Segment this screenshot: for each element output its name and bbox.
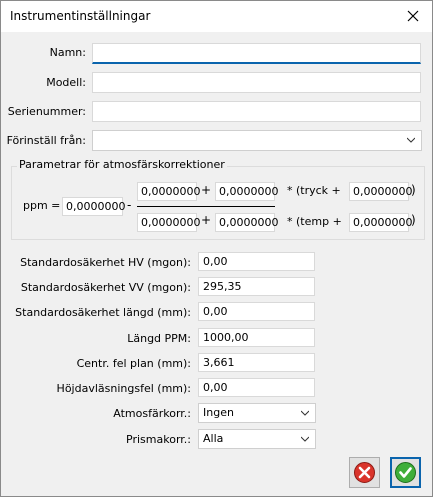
ppm-equals-label: ppm = [23,199,61,212]
height-reading-label: Höjdavläsningsfel (mm): [56,382,191,395]
ppm-constant-input[interactable]: 0,0000000 [62,197,126,216]
numerator-b-input[interactable]: 0,0000000 [215,182,279,201]
ok-icon [395,462,416,483]
minus-sign: - [127,198,132,212]
close-icon[interactable] [404,7,422,25]
chevron-down-icon [301,410,309,416]
fraction-line [137,206,275,207]
chevron-down-icon [301,436,309,442]
std-vv-input[interactable]: 295,35 [198,277,315,296]
name-label: Namn: [49,46,86,59]
window-title: Instrumentinställningar [10,9,151,23]
model-input[interactable] [92,72,421,93]
plus-sign-2: + [201,213,212,227]
temp-label: * (temp + [287,215,342,228]
name-input[interactable] [92,43,421,64]
tryck-label: * (tryck + [287,184,341,197]
atmos-group-title: Parametrar för atmosfärskorrektioner [17,158,227,171]
prism-corr-select[interactable]: Alla [198,429,316,449]
temp-input[interactable]: 0,0000000 [349,213,413,232]
close-paren-1: ) [411,183,416,197]
std-hv-input[interactable]: 0,00 [198,252,315,271]
ok-button[interactable] [390,457,421,488]
title-bar: Instrumentinställningar [1,1,432,32]
tryck-input[interactable]: 0,0000000 [349,182,413,201]
length-ppm-label: Längd PPM: [127,332,191,345]
prism-corr-label: Prismakorr.: [126,433,191,446]
preset-select[interactable] [92,130,422,151]
atmos-corr-value: Ingen [203,406,234,419]
serial-input[interactable] [92,101,421,122]
length-ppm-input[interactable]: 1000,00 [198,328,315,347]
height-reading-input[interactable]: 0,00 [198,378,315,397]
numerator-a-input[interactable]: 0,0000000 [137,182,201,201]
atmos-corr-select[interactable]: Ingen [198,403,316,423]
chevron-down-icon [407,137,415,143]
instrument-settings-dialog: Instrumentinställningar Namn: Modell: Se… [0,0,433,497]
close-paren-2: ) [411,213,416,227]
cancel-icon [354,462,375,483]
std-length-input[interactable]: 0,00 [198,302,315,321]
cancel-button[interactable] [349,457,380,488]
prism-corr-value: Alla [203,432,224,445]
std-length-label: Standardosäkerhet längd (mm): [15,306,191,319]
centering-error-input[interactable]: 3,661 [198,353,315,372]
plus-sign-1: + [201,183,212,197]
model-label: Modell: [46,76,86,89]
std-hv-label: Standardosäkerhet HV (mgon): [20,256,191,269]
denominator-a-input[interactable]: 0,0000000 [137,213,201,232]
std-vv-label: Standardosäkerhet VV (mgon): [20,281,191,294]
atmos-corr-label: Atmosfärkorr.: [113,407,191,420]
denominator-b-input[interactable]: 0,0000000 [215,213,279,232]
preset-label: Förinställ från: [6,134,86,147]
serial-label: Serienummer: [7,105,86,118]
centering-error-label: Centr. fel plan (mm): [76,357,191,370]
